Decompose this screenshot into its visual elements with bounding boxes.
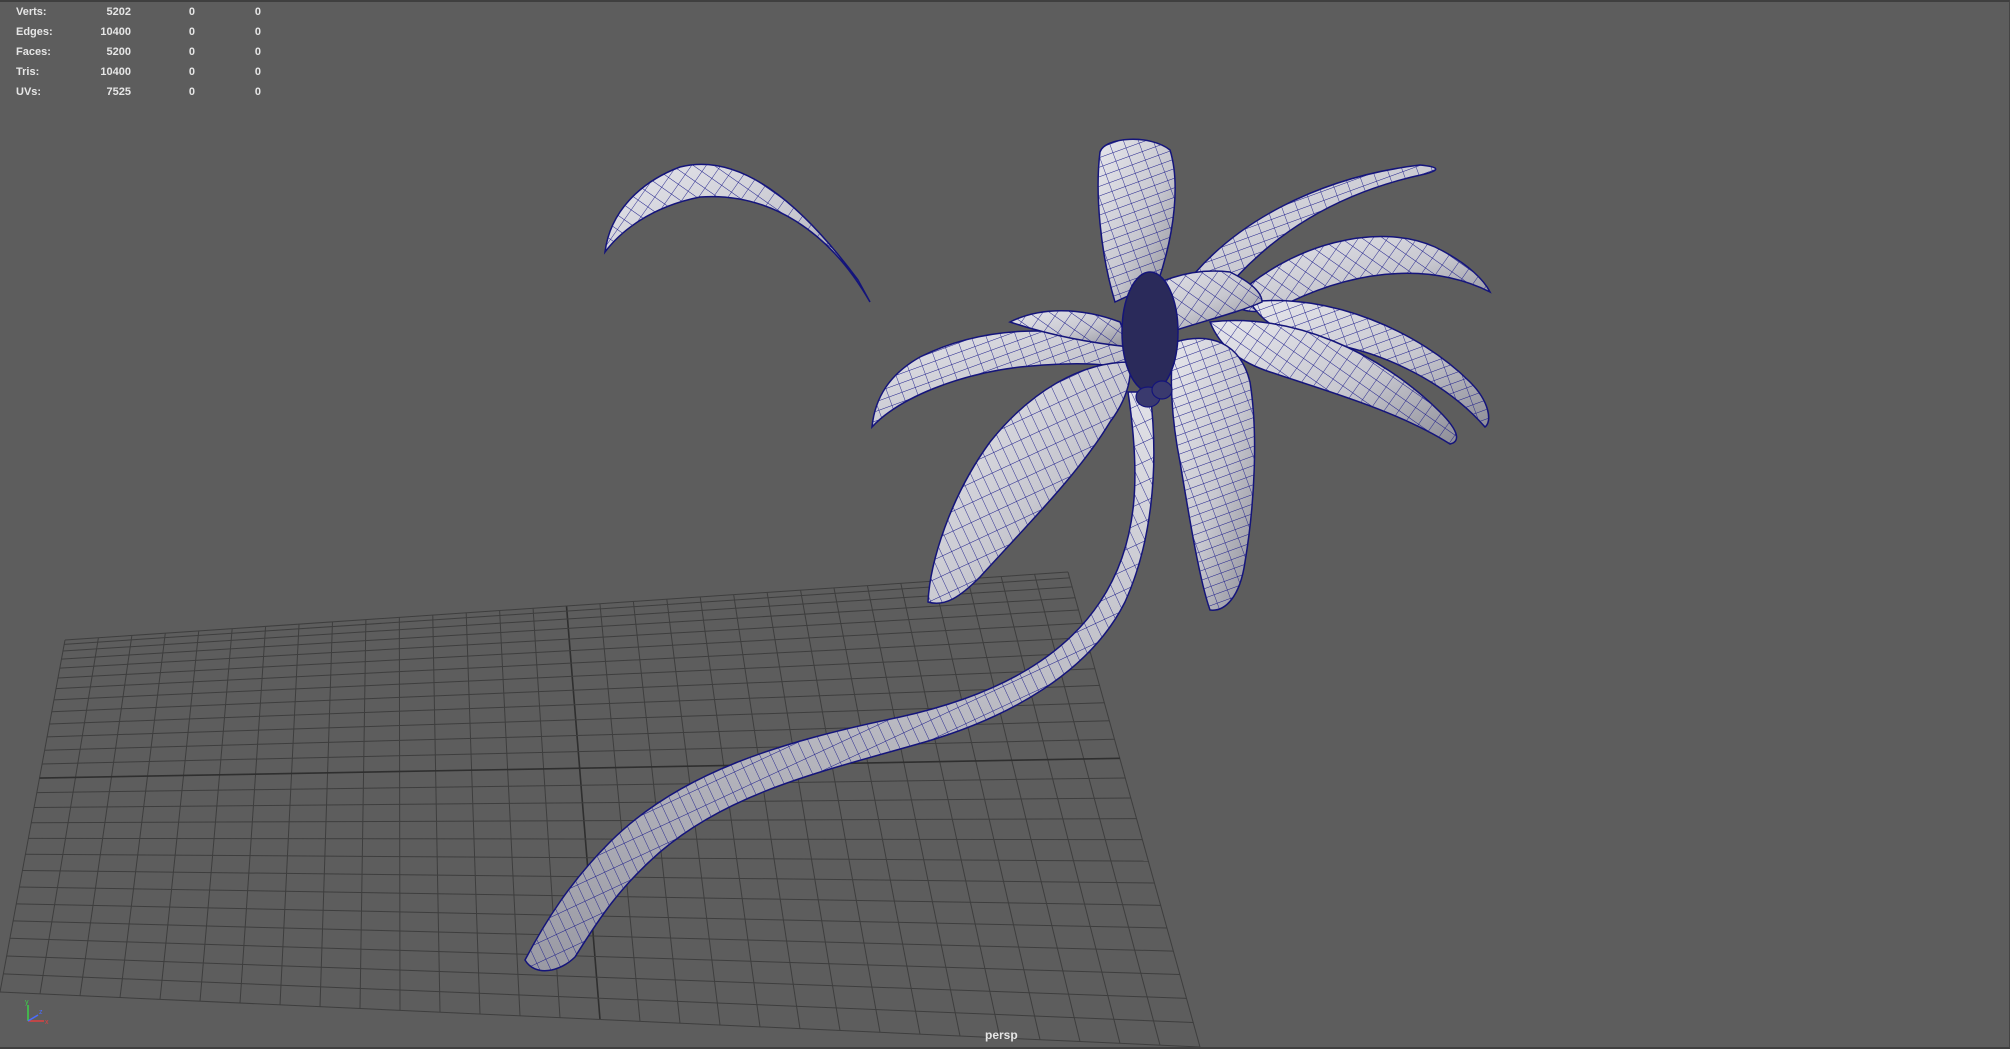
flower-mesh[interactable] [524, 138, 1492, 972]
hud-stat-value: 0 [188, 66, 195, 78]
grid-line [800, 590, 881, 1033]
grid-line [599, 603, 641, 1022]
grid-line [3, 973, 1194, 1024]
grid-line [465, 612, 481, 1015]
hud-stat-value: 10400 [100, 66, 131, 78]
axis-z-label: z [39, 1009, 43, 1016]
hud-stat-label: UVs: [16, 86, 42, 98]
heads-up-display: Verts: 5202 0 0 Edges: 10400 0 0 Faces: 5200 0 0 Tri… [0, 2, 270, 102]
leaf-front-right[interactable] [1170, 337, 1256, 611]
grid-line [398, 617, 401, 1011]
leaf-upper-left[interactable] [603, 163, 871, 303]
hud-stat-value: 5202 [106, 6, 131, 18]
hud-stat-value: 0 [188, 86, 195, 98]
grid-line [359, 619, 367, 1009]
grid-line [57, 622, 1083, 679]
leaf-top-petal[interactable] [1097, 138, 1176, 304]
grid-line [9, 937, 1180, 976]
grid-line [28, 837, 1143, 841]
grid-line [319, 621, 333, 1007]
grid-line [833, 587, 921, 1035]
grid-line [866, 585, 961, 1037]
hud-stat-value: 0 [254, 46, 261, 58]
xyz-axis-icon: y x z [25, 999, 49, 1026]
grid-line [64, 571, 1069, 641]
axis-x-label: x [45, 1019, 49, 1026]
ground-grid [0, 571, 1201, 1047]
grid-line [61, 597, 1076, 660]
hud-row: UVs: 7525 0 0 [0, 82, 270, 102]
hud-stat-label: Verts: [16, 6, 47, 18]
hud-stat-value: 0 [188, 26, 195, 38]
grid-line [1034, 574, 1161, 1046]
hud-stat-value: 0 [254, 66, 261, 78]
hud-stat-label: Tris: [16, 66, 40, 78]
hud-stat-value: 0 [254, 86, 261, 98]
hud-row: Edges: 10400 0 0 [0, 22, 270, 42]
camera-name-label: persp [985, 1028, 1018, 1042]
hud-stat-value: 0 [188, 6, 195, 18]
leaf-front-left[interactable] [927, 361, 1132, 604]
grid-line [55, 637, 1087, 690]
grid-line [0, 991, 1201, 1047]
grid-line [432, 615, 441, 1013]
hud-row: Tris: 10400 0 0 [0, 62, 270, 82]
flower-center[interactable] [1121, 271, 1179, 408]
perspective-viewport[interactable]: Verts: 5202 0 0 Edges: 10400 0 0 Faces: 5200 0 0 Tri… [0, 0, 2010, 1049]
hud-row: Faces: 5200 0 0 [0, 42, 270, 62]
axis-y-label: y [25, 999, 29, 1006]
hud-stat-value: 0 [254, 6, 261, 18]
hud-stat-value: 7525 [106, 86, 131, 98]
hud-stat-value: 10400 [100, 26, 131, 38]
hud-stat-value: 0 [254, 26, 261, 38]
hud-stat-value: 0 [188, 46, 195, 58]
hud-stat-label: Edges: [16, 26, 53, 38]
grid-line [733, 594, 801, 1029]
grid-line [6, 955, 1187, 999]
hud-row: Verts: 5202 0 0 [0, 2, 270, 22]
grid-line [766, 592, 841, 1031]
grid-line [279, 624, 300, 1005]
grid-line [499, 610, 521, 1016]
hud-stat-label: Faces: [16, 46, 51, 58]
hud-stat-value: 5200 [106, 46, 131, 58]
grid-line [64, 577, 1070, 645]
scene-canvas[interactable] [0, 2, 2010, 1049]
